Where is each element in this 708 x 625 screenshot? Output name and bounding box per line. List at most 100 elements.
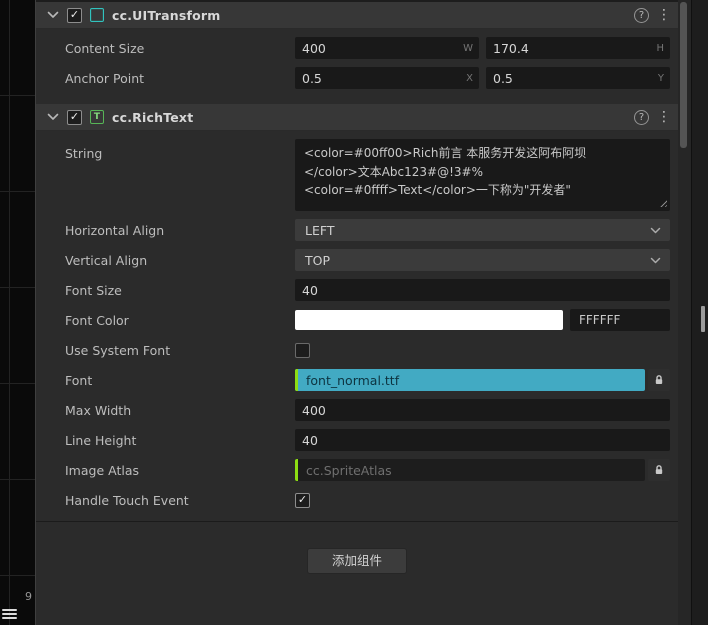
content-size-height-input[interactable]: 170.4 H [486, 37, 670, 59]
horizontal-align-select[interactable]: LEFT [295, 219, 670, 241]
image-atlas-row: Image Atlas cc.SpriteAtlas [36, 459, 670, 481]
anchor-point-row: Anchor Point 0.5 X 0.5 Y [36, 67, 670, 89]
help-icon[interactable]: ? [634, 109, 649, 125]
asset-accent-bar [295, 459, 298, 481]
uitransform-component: ✓ cc.UITransform ? ⋮ Content Size 400 W [36, 2, 678, 99]
property-label: Horizontal Align [65, 222, 165, 238]
input-value: 40 [302, 282, 318, 298]
max-width-row: Max Width 400 [36, 399, 670, 421]
richtext-header: ✓ T cc.RichText ? ⋮ [36, 104, 678, 131]
hamburger-menu-icon[interactable] [2, 607, 17, 621]
font-asset-field[interactable]: font_normal.ttf [295, 369, 645, 391]
max-width-input[interactable]: 400 [295, 399, 670, 421]
richtext-component: ✓ T cc.RichText ? ⋮ String <color=#00ff0… [36, 104, 678, 521]
chevron-down-icon [650, 227, 661, 233]
check-icon: ✓ [69, 8, 80, 21]
property-label: Handle Touch Event [65, 492, 189, 508]
use-system-font-checkbox[interactable]: ✓ [295, 342, 310, 358]
lock-icon [655, 465, 663, 474]
axis-suffix-x: X [466, 72, 473, 84]
property-label: Font Size [65, 282, 122, 298]
richtext-icon: T [90, 110, 104, 124]
uitransform-icon [90, 8, 104, 22]
input-value: 400 [302, 40, 326, 56]
font-size-row: Font Size 40 [36, 279, 670, 301]
content-size-width-input[interactable]: 400 W [295, 37, 479, 59]
atlas-asset-lock-button[interactable] [648, 459, 670, 481]
line-height-row: Line Height 40 [36, 429, 670, 451]
help-icon[interactable]: ? [634, 7, 649, 23]
component-title: cc.RichText [112, 109, 194, 125]
font-color-swatch[interactable] [295, 310, 563, 330]
right-rail [678, 0, 708, 625]
kebab-menu-icon[interactable]: ⋮ [657, 110, 671, 124]
property-label: Line Height [65, 432, 137, 448]
property-label: String [65, 146, 103, 161]
uitransform-body: Content Size 400 W 170.4 H Anchor Point … [36, 29, 678, 99]
property-label: Max Width [65, 402, 132, 418]
property-label: Image Atlas [65, 462, 139, 478]
font-row: Font font_normal.ttf [36, 369, 670, 391]
richtext-icon-glyph: T [93, 112, 101, 122]
input-value: 0.5 [493, 70, 513, 86]
property-label: Vertical Align [65, 252, 148, 268]
property-label: Font Color [65, 312, 129, 328]
selected-option: LEFT [305, 222, 335, 238]
hex-value: FFFFFF [579, 313, 621, 327]
input-value: 0.5 [302, 70, 322, 86]
collapse-chevron-icon[interactable] [47, 11, 59, 19]
uitransform-header: ✓ cc.UITransform ? ⋮ [36, 2, 678, 29]
string-row: String <color=#00ff00>Rich前言 本服务开发这阿布阿坝 … [36, 139, 670, 211]
content-size-row: Content Size 400 W 170.4 H [36, 37, 670, 59]
input-value: 170.4 [493, 40, 529, 56]
vertical-align-select[interactable]: TOP [295, 249, 670, 271]
handle-touch-event-row: Handle Touch Event ✓ [36, 489, 670, 511]
inspector-panel: ✓ cc.UITransform ? ⋮ Content Size 400 W [36, 0, 678, 625]
scrollbar-thumb[interactable] [680, 2, 687, 148]
axis-suffix-w: W [463, 42, 473, 54]
line-height-input[interactable]: 40 [295, 429, 670, 451]
image-atlas-field[interactable]: cc.SpriteAtlas [295, 459, 645, 481]
add-component-button[interactable]: 添加组件 [306, 548, 407, 574]
kebab-menu-icon[interactable]: ⋮ [657, 8, 671, 22]
selected-option: TOP [305, 252, 331, 268]
ruler-number: 9 [25, 590, 32, 603]
adjacent-panel-edge [691, 0, 708, 625]
scene-panel-edge: 9 [0, 0, 36, 625]
property-label: Anchor Point [65, 70, 145, 86]
horizontal-align-row: Horizontal Align LEFT [36, 219, 670, 241]
inspector-footer: 添加组件 [36, 521, 678, 574]
richtext-body: String <color=#00ff00>Rich前言 本服务开发这阿布阿坝 … [36, 131, 678, 521]
string-textarea[interactable]: <color=#00ff00>Rich前言 本服务开发这阿布阿坝 </color… [295, 139, 670, 211]
asset-placeholder: cc.SpriteAtlas [306, 462, 392, 478]
edge-scroll-marker [701, 306, 705, 332]
axis-suffix-y: Y [657, 72, 664, 84]
font-color-row: Font Color FFFFFF [36, 309, 670, 331]
property-label: Font [65, 372, 93, 388]
check-icon: ✓ [69, 110, 80, 123]
input-value: 400 [302, 402, 326, 418]
collapse-chevron-icon[interactable] [47, 113, 59, 121]
check-icon: ✓ [297, 493, 308, 506]
lock-icon [655, 375, 663, 384]
vertical-align-row: Vertical Align TOP [36, 249, 670, 271]
help-glyph: ? [638, 111, 645, 123]
property-label: Use System Font [65, 342, 171, 358]
handle-touch-event-checkbox[interactable]: ✓ [295, 492, 310, 508]
font-size-input[interactable]: 40 [295, 279, 670, 301]
component-enabled-checkbox[interactable]: ✓ [67, 7, 82, 23]
asset-accent-bar [295, 369, 298, 391]
component-enabled-checkbox[interactable]: ✓ [67, 109, 82, 125]
property-label: Content Size [65, 40, 145, 56]
chevron-down-icon [650, 257, 661, 263]
use-system-font-row: Use System Font ✓ [36, 339, 670, 361]
asset-name: font_normal.ttf [306, 372, 400, 388]
font-asset-lock-button[interactable] [648, 369, 670, 391]
help-glyph: ? [638, 9, 645, 21]
anchor-point-y-input[interactable]: 0.5 Y [486, 67, 670, 89]
anchor-point-x-input[interactable]: 0.5 X [295, 67, 479, 89]
component-title: cc.UITransform [112, 7, 221, 23]
font-color-hex-input[interactable]: FFFFFF [570, 309, 670, 331]
input-value: 40 [302, 432, 318, 448]
axis-suffix-h: H [656, 42, 664, 54]
